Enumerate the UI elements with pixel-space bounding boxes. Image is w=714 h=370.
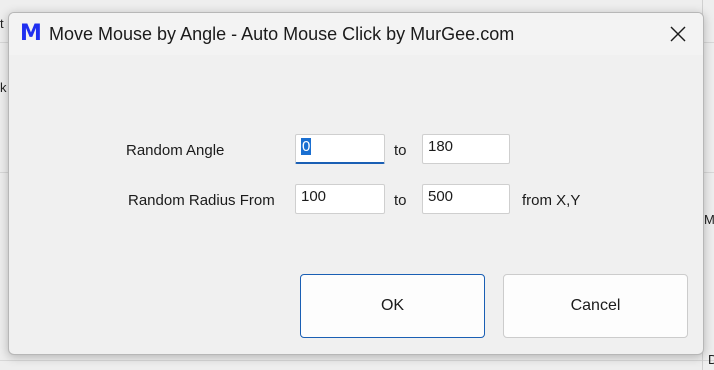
random-angle-label: Random Angle <box>126 142 225 159</box>
background-text-fragment: t <box>0 16 4 31</box>
window-title: Move Mouse by Angle - Auto Mouse Click b… <box>49 24 515 44</box>
background-text-fragment: k <box>0 80 7 95</box>
from-xy-label: from X,Y <box>522 192 581 209</box>
app-logo-icon: M <box>20 21 42 46</box>
input-value: 100 <box>301 188 327 205</box>
input-value: 500 <box>428 188 454 205</box>
random-radius-from-input[interactable]: 100 <box>295 184 385 214</box>
background-text-fragment: D <box>708 352 714 367</box>
title-bar[interactable]: M Move Mouse by Angle - Auto Mouse Click… <box>9 13 703 55</box>
radius-to-label: to <box>394 192 407 209</box>
ok-button[interactable]: OK <box>300 274 485 338</box>
move-mouse-by-angle-dialog: M Move Mouse by Angle - Auto Mouse Click… <box>8 12 704 355</box>
angle-to-label: to <box>394 142 407 159</box>
random-radius-to-input[interactable]: 500 <box>422 184 510 214</box>
input-value: 180 <box>428 138 454 155</box>
close-button[interactable] <box>659 18 697 50</box>
background-text-fragment: M <box>704 212 714 227</box>
close-icon <box>670 26 686 42</box>
random-radius-from-label: Random Radius From <box>128 192 275 209</box>
grid-line <box>0 360 714 361</box>
random-angle-to-input[interactable]: 180 <box>422 134 510 164</box>
selected-text: 0 <box>301 138 312 155</box>
random-angle-from-input[interactable]: 0 <box>295 134 385 164</box>
cancel-button[interactable]: Cancel <box>503 274 688 338</box>
